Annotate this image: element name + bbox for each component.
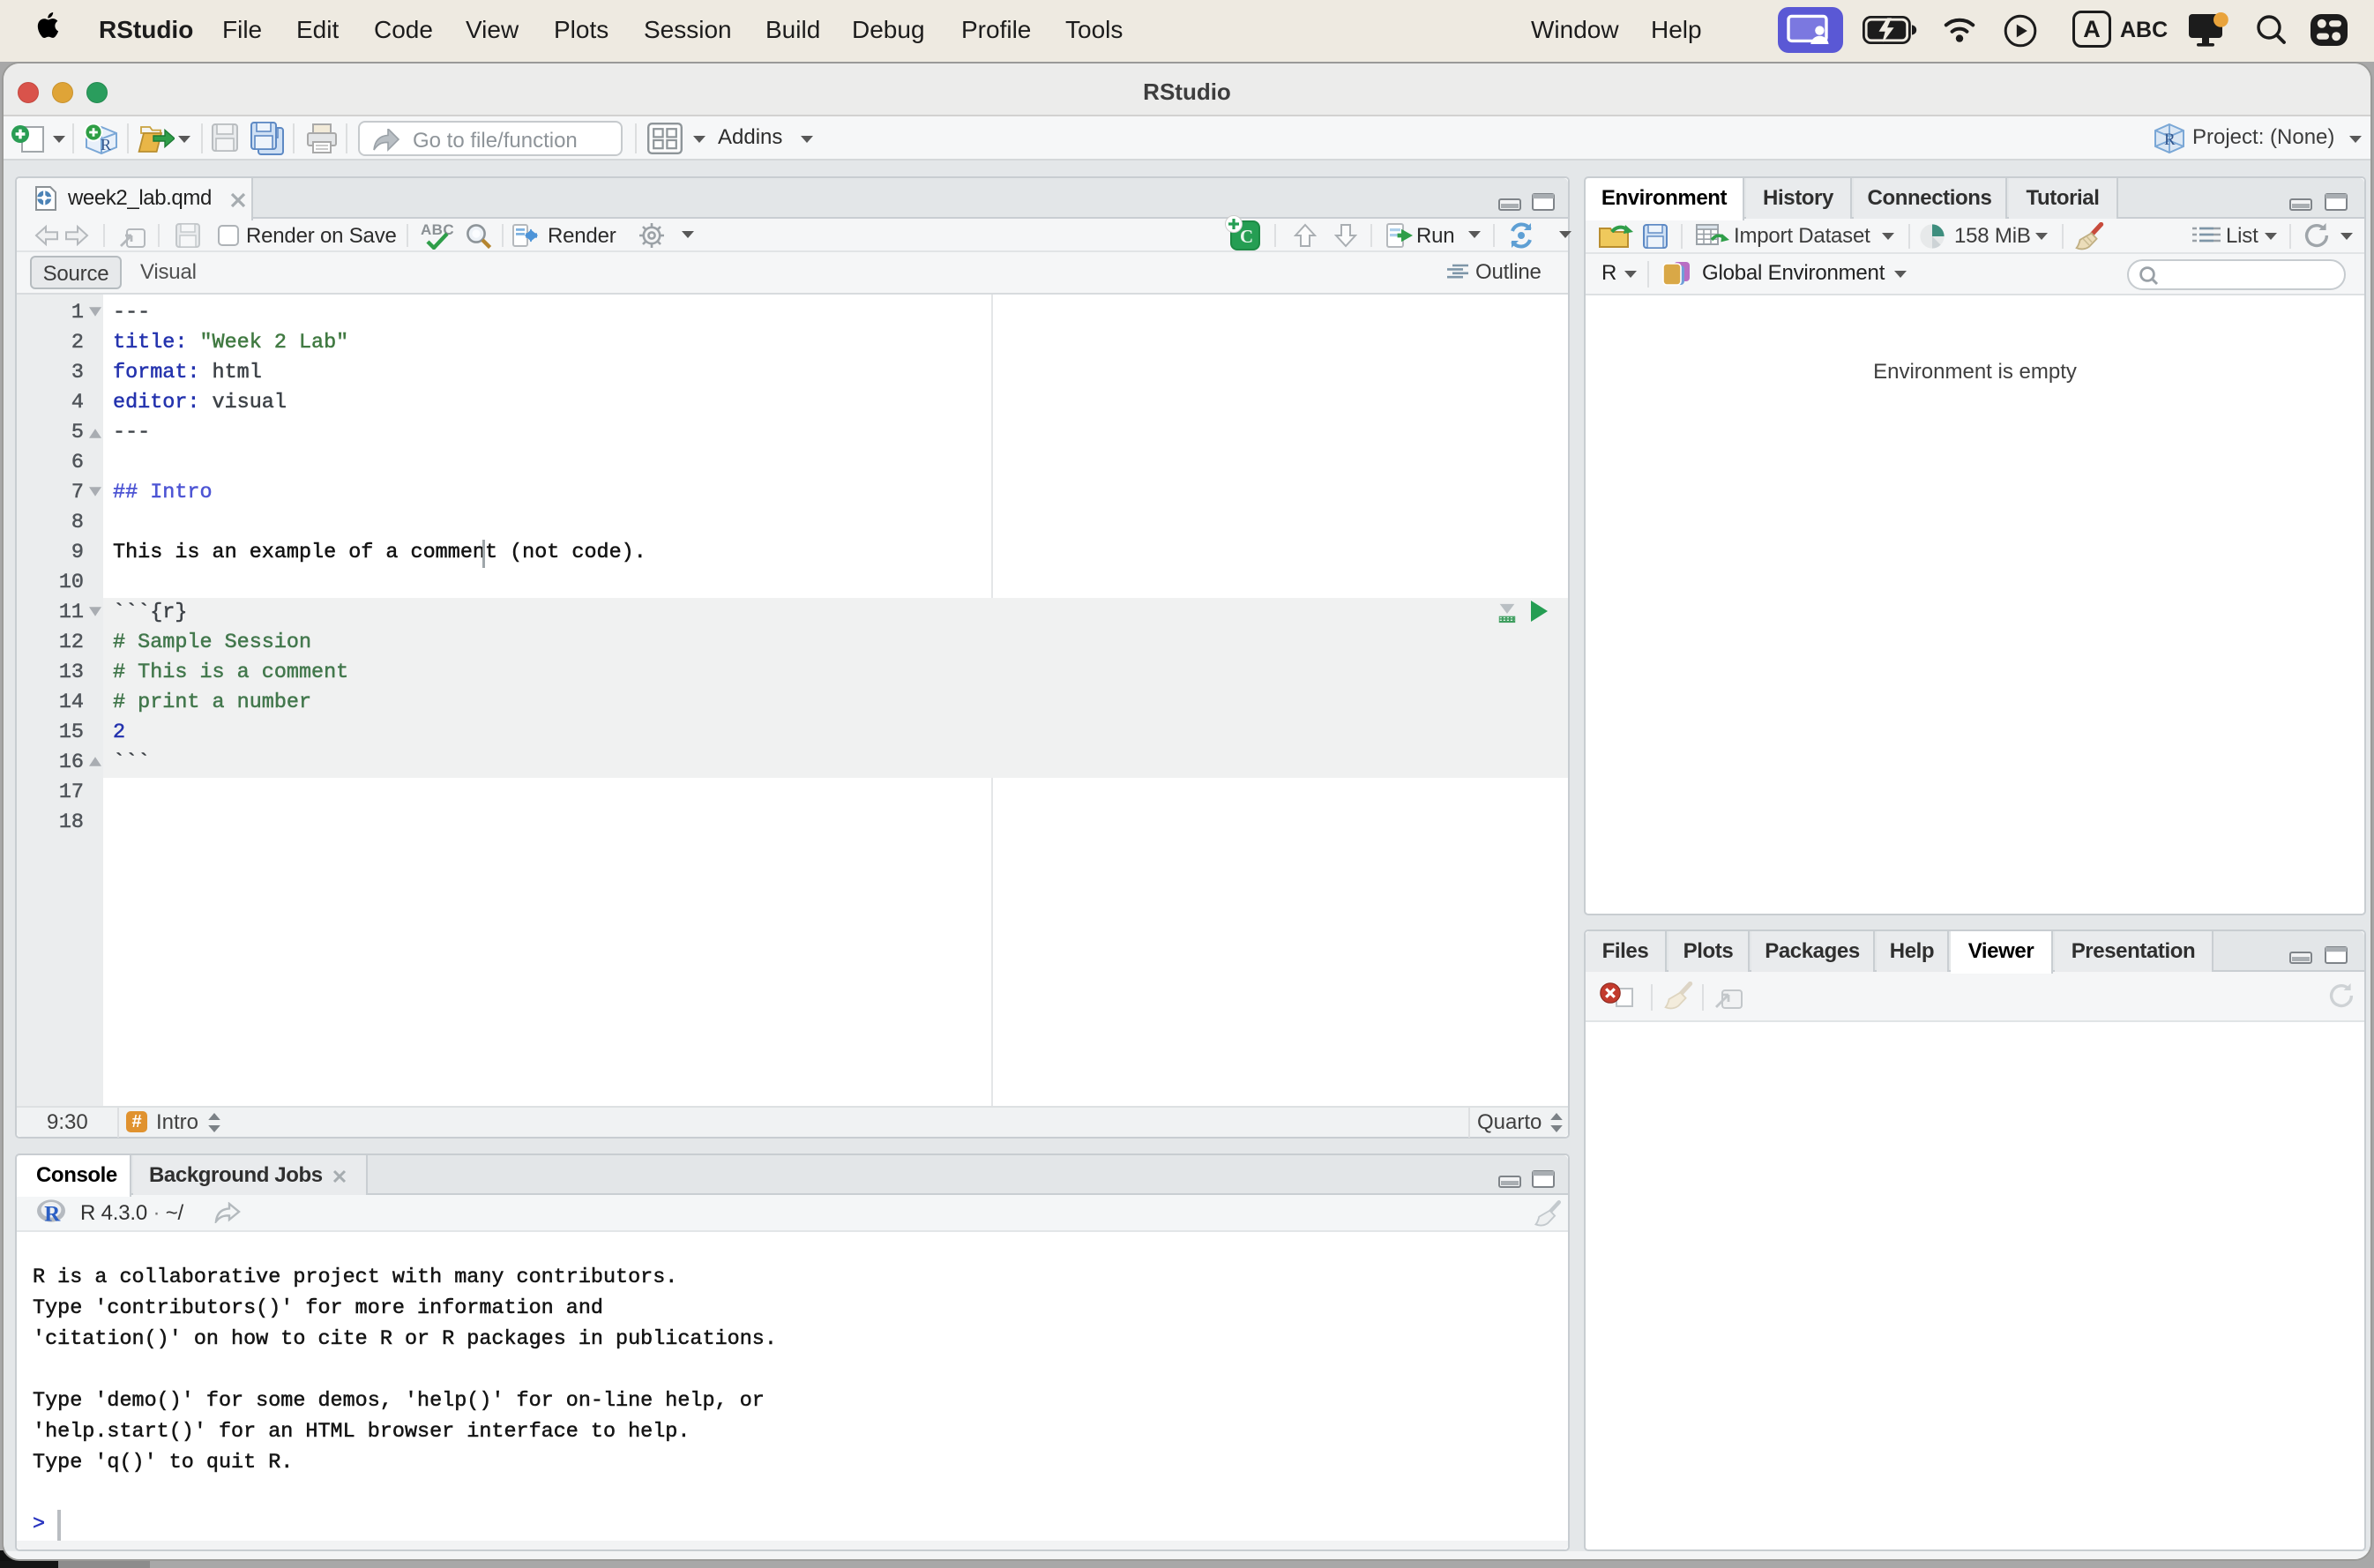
svg-text:R: R bbox=[44, 1202, 61, 1224]
svg-text:R: R bbox=[2164, 131, 2176, 149]
svg-text:R: R bbox=[101, 136, 111, 153]
